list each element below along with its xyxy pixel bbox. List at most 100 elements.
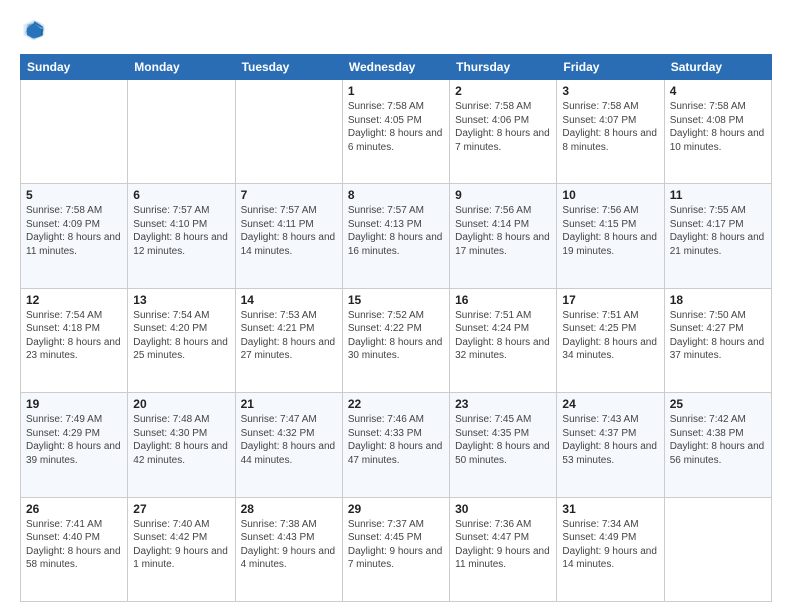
page: SundayMondayTuesdayWednesdayThursdayFrid… (0, 0, 792, 612)
calendar-week-4: 19 Sunrise: 7:49 AM Sunset: 4:29 PM Dayli… (21, 393, 772, 497)
day-number: 10 (562, 188, 658, 202)
day-number: 30 (455, 502, 551, 516)
calendar-cell: 18 Sunrise: 7:50 AM Sunset: 4:27 PM Dayli… (664, 288, 771, 392)
day-info: Sunrise: 7:54 AM Sunset: 4:20 PM Dayligh… (133, 309, 229, 363)
calendar-week-3: 12 Sunrise: 7:54 AM Sunset: 4:18 PM Dayli… (21, 288, 772, 392)
calendar-cell: 8 Sunrise: 7:57 AM Sunset: 4:13 PM Daylig… (342, 184, 449, 288)
calendar-cell: 15 Sunrise: 7:52 AM Sunset: 4:22 PM Dayli… (342, 288, 449, 392)
day-number: 24 (562, 397, 658, 411)
day-info: Sunrise: 7:58 AM Sunset: 4:06 PM Dayligh… (455, 100, 551, 154)
day-info: Sunrise: 7:41 AM Sunset: 4:40 PM Dayligh… (26, 518, 122, 572)
calendar-cell: 7 Sunrise: 7:57 AM Sunset: 4:11 PM Daylig… (235, 184, 342, 288)
weekday-header-sunday: Sunday (21, 55, 128, 80)
calendar-cell: 9 Sunrise: 7:56 AM Sunset: 4:14 PM Daylig… (450, 184, 557, 288)
day-number: 14 (241, 293, 337, 307)
calendar-cell (128, 80, 235, 184)
calendar-cell: 22Sunrise: 7:46 AM Sunset: 4:33 PM Dayli… (342, 393, 449, 497)
day-info: Sunrise: 7:36 AM Sunset: 4:47 PM Dayligh… (455, 518, 551, 572)
day-number: 9 (455, 188, 551, 202)
day-number: 8 (348, 188, 444, 202)
day-number: 7 (241, 188, 337, 202)
calendar-week-2: 5 Sunrise: 7:58 AM Sunset: 4:09 PM Daylig… (21, 184, 772, 288)
day-info: Sunrise: 7:57 AM Sunset: 4:13 PM Dayligh… (348, 204, 444, 258)
calendar-cell: 28 Sunrise: 7:38 AM Sunset: 4:43 PM Dayli… (235, 497, 342, 601)
weekday-header-saturday: Saturday (664, 55, 771, 80)
day-number: 12 (26, 293, 122, 307)
calendar-cell: 6 Sunrise: 7:57 AM Sunset: 4:10 PM Daylig… (128, 184, 235, 288)
day-number: 6 (133, 188, 229, 202)
calendar-cell: 17 Sunrise: 7:51 AM Sunset: 4:25 PM Dayli… (557, 288, 664, 392)
day-number: 20 (133, 397, 229, 411)
logo (20, 16, 52, 44)
day-number: 17 (562, 293, 658, 307)
day-number: 26 (26, 502, 122, 516)
calendar-cell: 10 Sunrise: 7:56 AM Sunset: 4:15 PM Dayli… (557, 184, 664, 288)
header (20, 16, 772, 44)
day-info: Sunrise: 7:49 AM Sunset: 4:29 PM Dayligh… (26, 413, 122, 467)
day-info: Sunrise: 7:45 AM Sunset: 4:35 PM Dayligh… (455, 413, 551, 467)
day-info: Sunrise: 7:56 AM Sunset: 4:14 PM Dayligh… (455, 204, 551, 258)
day-info: Sunrise: 7:56 AM Sunset: 4:15 PM Dayligh… (562, 204, 658, 258)
weekday-header-monday: Monday (128, 55, 235, 80)
calendar-cell: 3 Sunrise: 7:58 AM Sunset: 4:07 PM Daylig… (557, 80, 664, 184)
day-info: Sunrise: 7:50 AM Sunset: 4:27 PM Dayligh… (670, 309, 766, 363)
calendar-cell (21, 80, 128, 184)
calendar-cell: 26 Sunrise: 7:41 AM Sunset: 4:40 PM Dayli… (21, 497, 128, 601)
day-info: Sunrise: 7:58 AM Sunset: 4:08 PM Dayligh… (670, 100, 766, 154)
day-number: 18 (670, 293, 766, 307)
calendar-cell: 11 Sunrise: 7:55 AM Sunset: 4:17 PM Dayli… (664, 184, 771, 288)
day-number: 11 (670, 188, 766, 202)
day-number: 2 (455, 84, 551, 98)
day-info: Sunrise: 7:57 AM Sunset: 4:10 PM Dayligh… (133, 204, 229, 258)
day-number: 4 (670, 84, 766, 98)
calendar-cell: 5 Sunrise: 7:58 AM Sunset: 4:09 PM Daylig… (21, 184, 128, 288)
day-number: 27 (133, 502, 229, 516)
weekday-header-friday: Friday (557, 55, 664, 80)
calendar-cell: 24 Sunrise: 7:43 AM Sunset: 4:37 PM Dayli… (557, 393, 664, 497)
calendar-week-1: 1 Sunrise: 7:58 AM Sunset: 4:05 PM Daylig… (21, 80, 772, 184)
calendar-cell: 20 Sunrise: 7:48 AM Sunset: 4:30 PM Dayli… (128, 393, 235, 497)
calendar-cell: 27 Sunrise: 7:40 AM Sunset: 4:42 PM Dayli… (128, 497, 235, 601)
calendar-cell: 31Sunrise: 7:34 AM Sunset: 4:49 PM Dayli… (557, 497, 664, 601)
calendar-cell: 30 Sunrise: 7:36 AM Sunset: 4:47 PM Dayli… (450, 497, 557, 601)
day-number: 23 (455, 397, 551, 411)
day-info: Sunrise: 7:48 AM Sunset: 4:30 PM Dayligh… (133, 413, 229, 467)
day-info: Sunrise: 7:55 AM Sunset: 4:17 PM Dayligh… (670, 204, 766, 258)
day-info: Sunrise: 7:54 AM Sunset: 4:18 PM Dayligh… (26, 309, 122, 363)
day-number: 28 (241, 502, 337, 516)
weekday-header-wednesday: Wednesday (342, 55, 449, 80)
day-number: 19 (26, 397, 122, 411)
weekday-header-thursday: Thursday (450, 55, 557, 80)
calendar-cell: 12 Sunrise: 7:54 AM Sunset: 4:18 PM Dayli… (21, 288, 128, 392)
day-info: Sunrise: 7:43 AM Sunset: 4:37 PM Dayligh… (562, 413, 658, 467)
day-info: Sunrise: 7:46 AM Sunset: 4:33 PM Dayligh… (348, 413, 444, 467)
calendar-week-5: 26 Sunrise: 7:41 AM Sunset: 4:40 PM Dayli… (21, 497, 772, 601)
day-info: Sunrise: 7:51 AM Sunset: 4:25 PM Dayligh… (562, 309, 658, 363)
day-info: Sunrise: 7:40 AM Sunset: 4:42 PM Dayligh… (133, 518, 229, 572)
calendar-cell: 16 Sunrise: 7:51 AM Sunset: 4:24 PM Dayli… (450, 288, 557, 392)
day-info: Sunrise: 7:34 AM Sunset: 4:49 PM Dayligh… (562, 518, 658, 572)
weekday-header-tuesday: Tuesday (235, 55, 342, 80)
calendar-cell: 19 Sunrise: 7:49 AM Sunset: 4:29 PM Dayli… (21, 393, 128, 497)
day-number: 29 (348, 502, 444, 516)
day-info: Sunrise: 7:47 AM Sunset: 4:32 PM Dayligh… (241, 413, 337, 467)
day-number: 15 (348, 293, 444, 307)
calendar-cell: 2 Sunrise: 7:58 AM Sunset: 4:06 PM Daylig… (450, 80, 557, 184)
day-info: Sunrise: 7:51 AM Sunset: 4:24 PM Dayligh… (455, 309, 551, 363)
day-info: Sunrise: 7:37 AM Sunset: 4:45 PM Dayligh… (348, 518, 444, 572)
day-info: Sunrise: 7:58 AM Sunset: 4:07 PM Dayligh… (562, 100, 658, 154)
day-number: 3 (562, 84, 658, 98)
calendar-cell: 25Sunrise: 7:42 AM Sunset: 4:38 PM Dayli… (664, 393, 771, 497)
day-info: Sunrise: 7:52 AM Sunset: 4:22 PM Dayligh… (348, 309, 444, 363)
day-info: Sunrise: 7:38 AM Sunset: 4:43 PM Dayligh… (241, 518, 337, 572)
day-info: Sunrise: 7:58 AM Sunset: 4:09 PM Dayligh… (26, 204, 122, 258)
calendar-cell: 1 Sunrise: 7:58 AM Sunset: 4:05 PM Daylig… (342, 80, 449, 184)
day-number: 16 (455, 293, 551, 307)
day-info: Sunrise: 7:58 AM Sunset: 4:05 PM Dayligh… (348, 100, 444, 154)
day-number: 5 (26, 188, 122, 202)
calendar-cell (235, 80, 342, 184)
calendar-cell: 13 Sunrise: 7:54 AM Sunset: 4:20 PM Dayli… (128, 288, 235, 392)
day-info: Sunrise: 7:57 AM Sunset: 4:11 PM Dayligh… (241, 204, 337, 258)
day-number: 1 (348, 84, 444, 98)
day-number: 13 (133, 293, 229, 307)
